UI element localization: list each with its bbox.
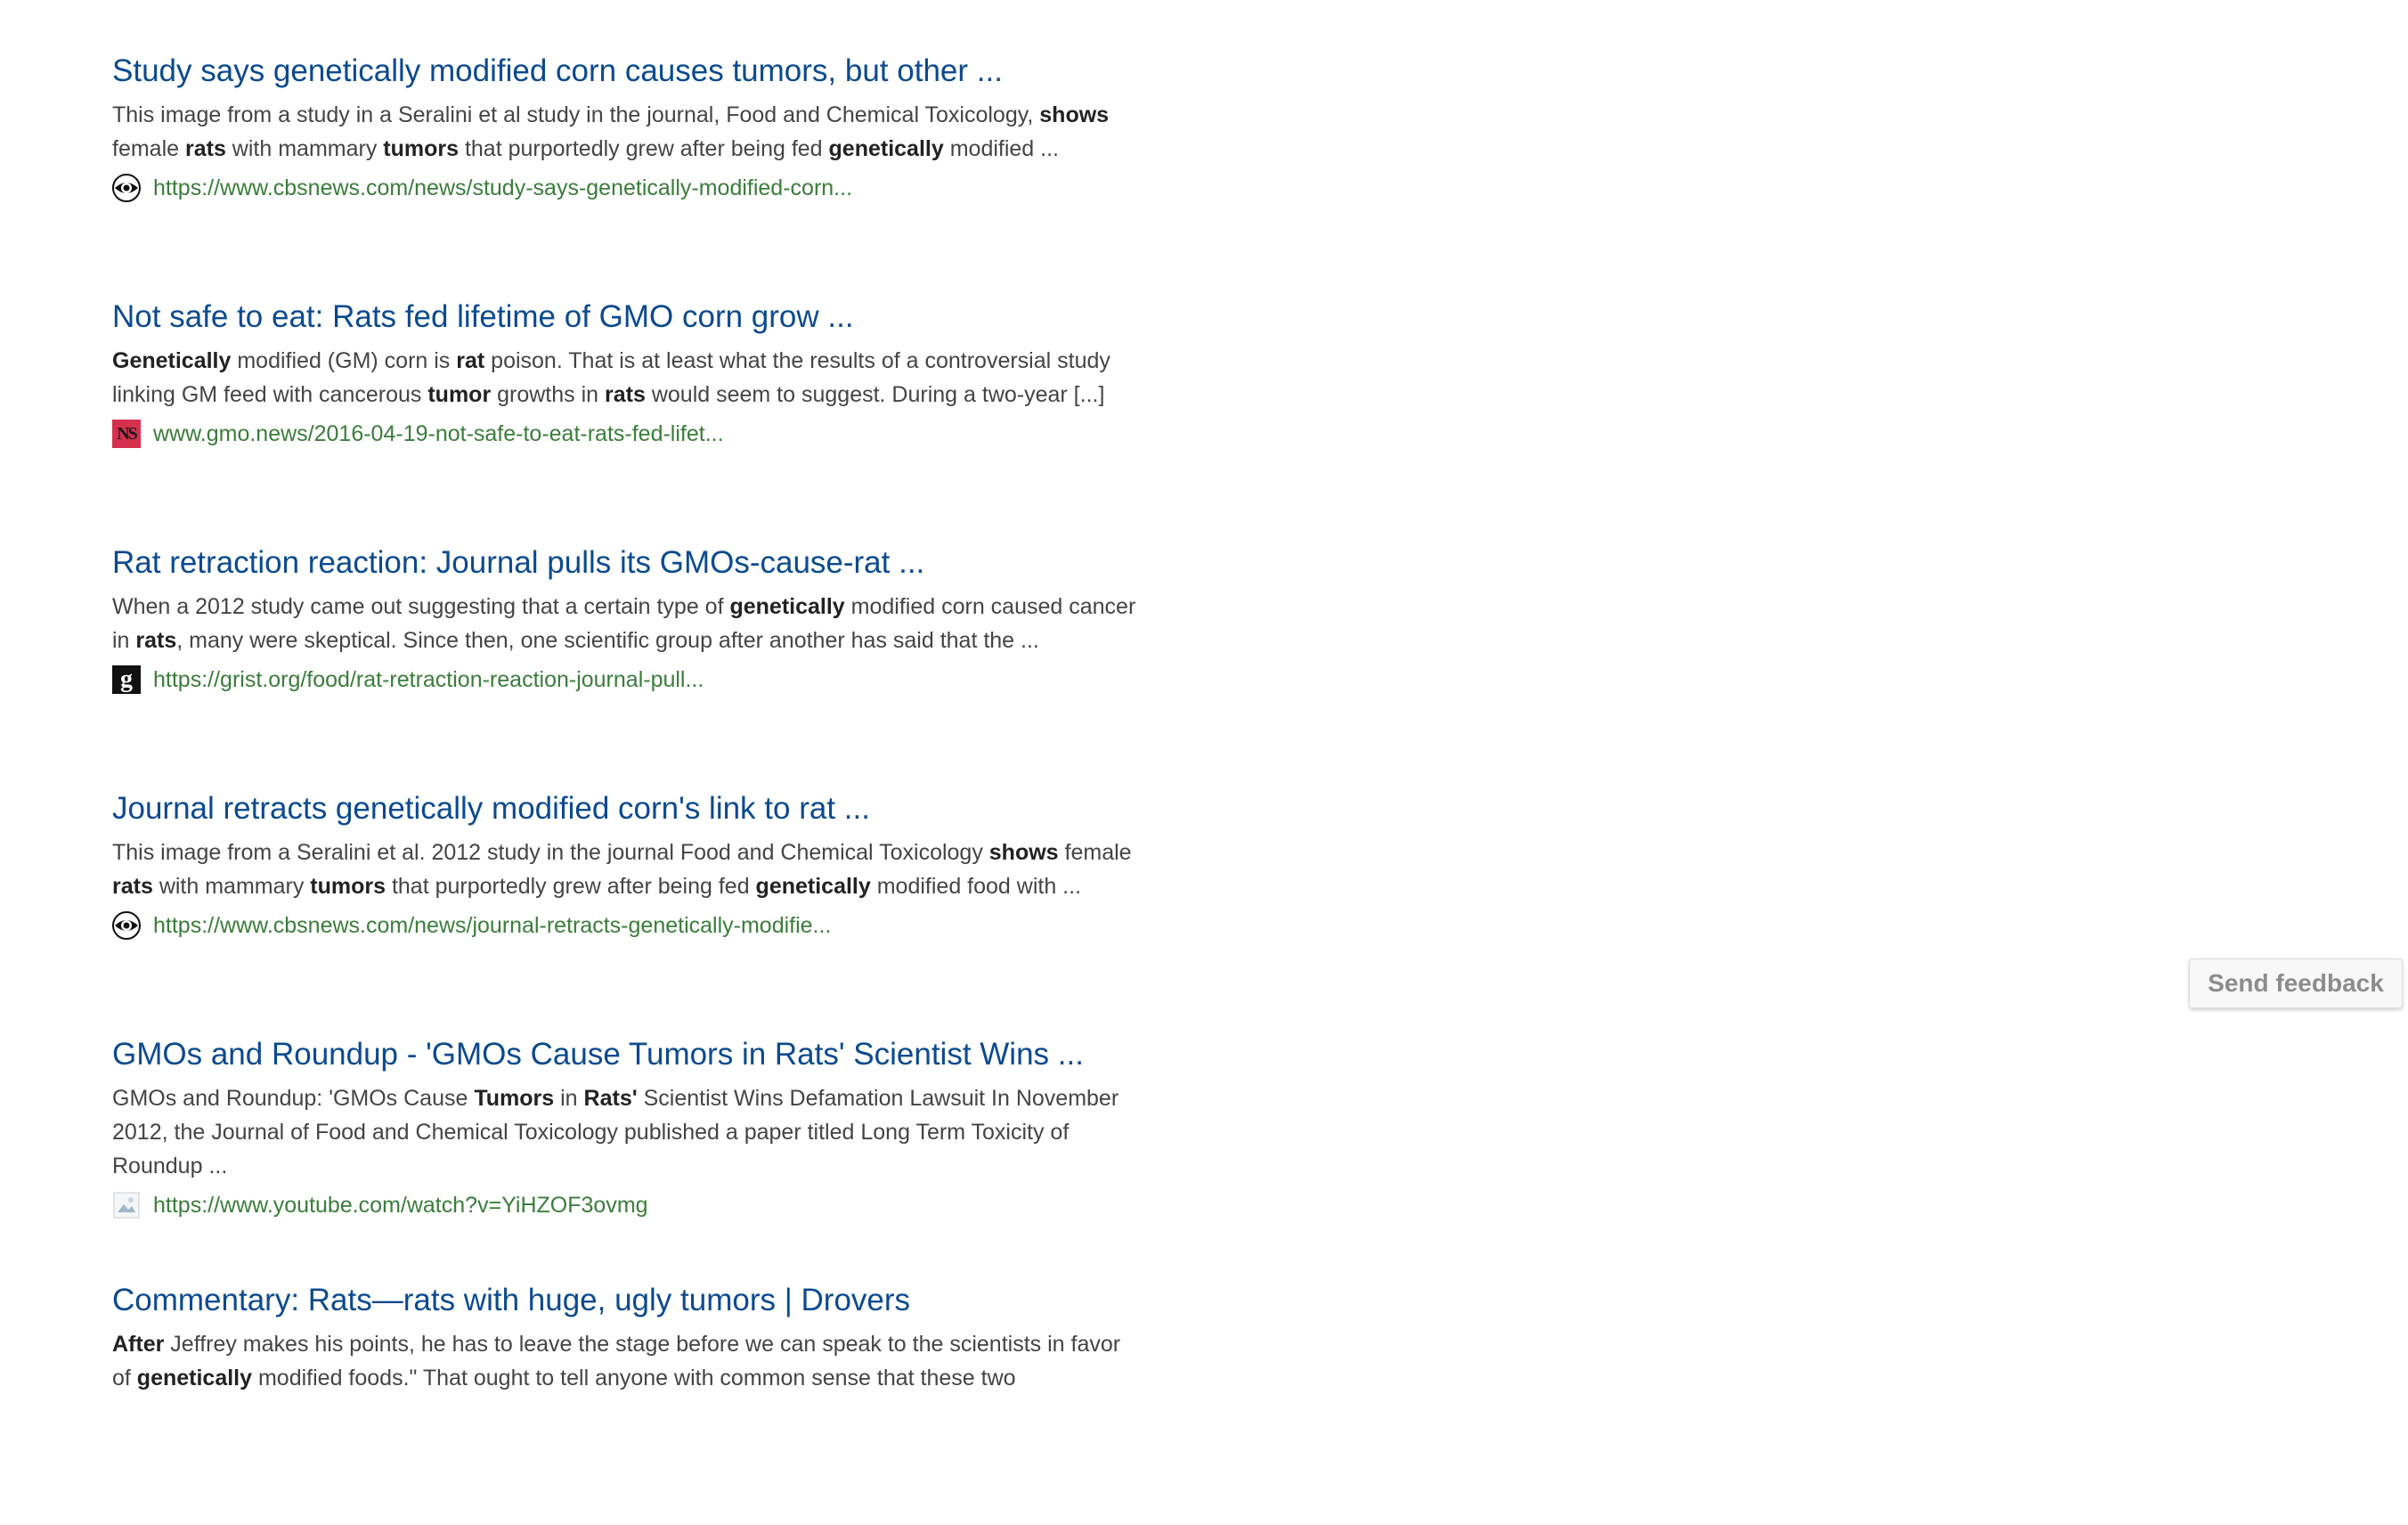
snippet-text: modified food with ...	[870, 874, 1082, 899]
snippet-highlight: tumor	[427, 382, 492, 407]
snippet-highlight: Genetically	[112, 348, 232, 373]
snippet-highlight: Tumors	[474, 1086, 555, 1111]
search-result: Journal retracts genetically modified co…	[112, 787, 1136, 1033]
snippet-highlight: genetically	[828, 136, 944, 161]
result-title-link[interactable]: Commentary: Rats—rats with huge, ugly tu…	[112, 1279, 1136, 1322]
result-url-link[interactable]: www.gmo.news/2016-04-19-not-safe-to-eat-…	[153, 421, 724, 447]
snippet-text: with mammary	[225, 136, 384, 161]
result-snippet: GMOs and Roundup: 'GMOs Cause Tumors in …	[112, 1081, 1136, 1183]
snippet-text: that purportedly grew after being fed	[386, 874, 756, 899]
result-title-link[interactable]: Not safe to eat: Rats fed lifetime of GM…	[112, 296, 1136, 338]
snippet-highlight: rats	[112, 874, 153, 899]
snippet-highlight: genetically	[136, 1366, 253, 1390]
result-title-link[interactable]: Journal retracts genetically modified co…	[112, 787, 1136, 830]
snippet-highlight: shows	[988, 840, 1059, 865]
snippet-highlight: rat	[456, 348, 485, 373]
snippet-text: female	[1058, 840, 1132, 865]
snippet-highlight: genetically	[729, 594, 845, 619]
grist-icon: g	[112, 665, 141, 694]
result-snippet: When a 2012 study came out suggesting th…	[112, 590, 1136, 657]
result-url-link[interactable]: https://www.youtube.com/watch?v=YiHZOF3o…	[153, 1193, 648, 1219]
result-snippet: This image from a study in a Seralini et…	[112, 98, 1136, 166]
result-snippet: Genetically modified (GM) corn is rat po…	[112, 344, 1136, 412]
result-url-row: NS www.gmo.news/2016-04-19-not-safe-to-ea…	[112, 419, 1136, 449]
snippet-text: GMOs and Roundup: 'GMOs Cause	[112, 1086, 475, 1111]
result-title-link[interactable]: Rat retraction reaction: Journal pulls i…	[112, 542, 1136, 584]
snippet-highlight: tumors	[383, 136, 459, 161]
snippet-highlight: rats	[605, 382, 646, 407]
snippet-text: growths in	[491, 382, 606, 407]
result-url-row: https://www.cbsnews.com/news/journal-ret…	[112, 910, 1136, 941]
result-url-link[interactable]: https://www.cbsnews.com/news/journal-ret…	[153, 913, 831, 939]
snippet-text: would seem to suggest. During a two-year…	[645, 382, 1105, 407]
snippet-text: modified (GM) corn is	[231, 348, 457, 373]
snippet-text: When a 2012 study came out suggesting th…	[112, 594, 730, 619]
snippet-text: This image from a study in a Seralini et…	[112, 102, 1040, 127]
result-url-link[interactable]: https://www.cbsnews.com/news/study-says-…	[153, 175, 852, 201]
snippet-text: that purportedly grew after being fed	[459, 136, 829, 161]
snippet-highlight: tumors	[310, 874, 386, 899]
snippet-text: in	[554, 1086, 584, 1111]
search-result: Rat retraction reaction: Journal pulls i…	[112, 542, 1136, 787]
snippet-highlight: genetically	[755, 874, 871, 899]
result-snippet: This image from a Seralini et al. 2012 s…	[112, 836, 1136, 903]
search-results-list: Study says genetically modified corn cau…	[112, 50, 1136, 1525]
result-url-link[interactable]: https://grist.org/food/rat-retraction-re…	[153, 667, 704, 693]
send-feedback-button[interactable]: Send feedback	[2189, 958, 2403, 1008]
result-snippet: After Jeffrey makes his points, he has t…	[112, 1327, 1136, 1395]
snippet-highlight: After	[112, 1332, 165, 1357]
search-result: Study says genetically modified corn cau…	[112, 50, 1136, 296]
snippet-text: female	[112, 136, 185, 161]
search-result: Not safe to eat: Rats fed lifetime of GM…	[112, 296, 1136, 542]
result-url-row: https://www.cbsnews.com/news/study-says-…	[112, 173, 1136, 203]
result-title-link[interactable]: GMOs and Roundup - 'GMOs Cause Tumors in…	[112, 1033, 1136, 1076]
eye-icon	[112, 911, 141, 940]
snippet-text: This image from a Seralini et al. 2012 s…	[112, 840, 989, 865]
snippet-highlight: shows	[1039, 102, 1110, 127]
snippet-text: modified foods." That ought to tell anyo…	[252, 1366, 1016, 1390]
result-url-row: https://www.youtube.com/watch?v=YiHZOF3o…	[112, 1190, 1136, 1220]
broken-image-icon	[112, 1191, 141, 1219]
snippet-highlight: Rats'	[583, 1086, 638, 1111]
snippet-text: with mammary	[152, 874, 311, 899]
snippet-text: modified ...	[943, 136, 1059, 161]
snippet-highlight: rats	[184, 136, 226, 161]
search-result: GMOs and Roundup - 'GMOs Cause Tumors in…	[112, 1033, 1136, 1279]
snippet-text: , many were skeptical. Since then, one s…	[176, 628, 1039, 653]
result-title-link[interactable]: Study says genetically modified corn cau…	[112, 50, 1136, 93]
result-url-row: g https://grist.org/food/rat-retraction-r…	[112, 665, 1136, 695]
ns-icon: NS	[112, 420, 141, 448]
eye-icon	[112, 174, 141, 202]
search-result: Commentary: Rats—rats with huge, ugly tu…	[112, 1279, 1136, 1525]
snippet-highlight: rats	[135, 628, 177, 653]
